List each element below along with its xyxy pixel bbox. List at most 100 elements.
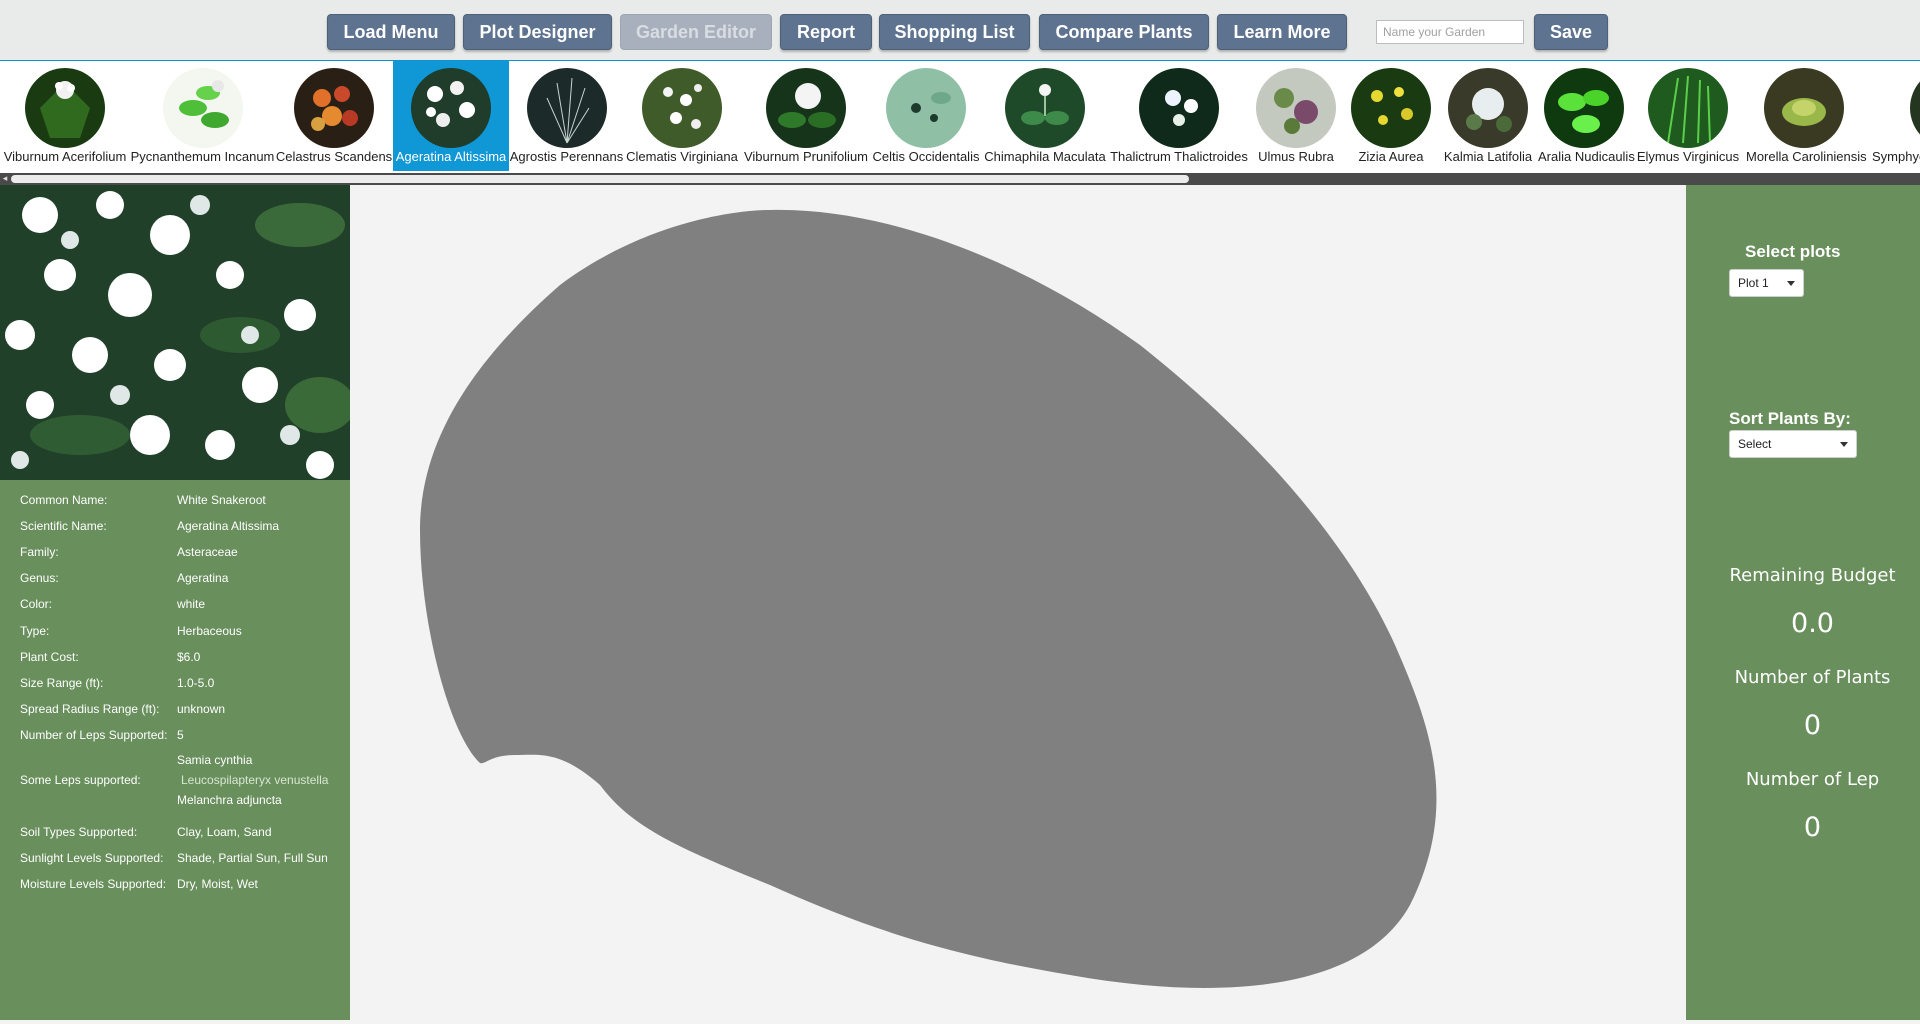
report-button[interactable]: Report	[780, 14, 872, 50]
remaining-budget-label: Remaining Budget	[1729, 565, 1896, 586]
plant-card-partial[interactable]: Symphyc	[1862, 61, 1920, 171]
plant-card-aralia-nudicaulis[interactable]: Aralia Nudicaulis	[1538, 61, 1635, 171]
plant-thumbnail	[1648, 68, 1728, 148]
save-button[interactable]: Save	[1534, 14, 1608, 50]
plant-card-zizia-aurea[interactable]: Zizia Aurea	[1344, 61, 1438, 171]
info-value: White Snakeroot	[177, 493, 266, 507]
info-label: Size Range (ft):	[20, 676, 104, 690]
garden-plot[interactable]	[420, 209, 1437, 988]
compare-plants-button[interactable]: Compare Plants	[1039, 14, 1209, 50]
plant-thumbnail	[411, 68, 491, 148]
info-value: Asteraceae	[177, 545, 238, 559]
plant-card-chimaphila-maculata[interactable]: Chimaphila Maculata	[980, 61, 1110, 171]
plant-carousel[interactable]: Viburnum Acerifolium Pycnanthemum Incanu…	[0, 60, 1920, 173]
plant-thumbnail	[766, 68, 846, 148]
info-value: Clay, Loam, Sand	[177, 825, 272, 839]
number-of-plants-value: 0	[1803, 710, 1822, 741]
plant-thumbnail	[1139, 68, 1219, 148]
info-value: unknown	[177, 702, 226, 716]
plant-thumbnail	[642, 68, 722, 148]
plant-card-clematis-virginiana[interactable]: Clematis Virginiana	[624, 61, 740, 171]
plant-thumbnail	[526, 68, 607, 148]
info-label: Moisture Levels Supported:	[20, 877, 167, 891]
info-label: Scientific Name:	[20, 519, 107, 533]
plant-name: Ageratina Altissima	[395, 149, 507, 164]
lep-item: Samia cynthia	[177, 753, 253, 767]
plot-designer-button[interactable]: Plot Designer	[463, 14, 612, 50]
info-value: Ageratina Altissima	[177, 519, 280, 533]
info-value: 1.0-5.0	[177, 676, 215, 690]
lep-item: Leucospilapteryx venustella	[181, 773, 329, 787]
load-menu-button[interactable]: Load Menu	[327, 14, 455, 50]
chevron-down-icon	[1840, 442, 1848, 447]
plant-name: Celtis Occidentalis	[872, 149, 980, 164]
info-value: Herbaceous	[177, 624, 242, 638]
plant-thumbnail	[25, 68, 105, 148]
plant-name: Symphyc	[1872, 149, 1920, 164]
sort-select-value: Select	[1738, 437, 1772, 451]
lep-item: Melanchra adjuncta	[177, 793, 282, 807]
sort-plants-label: Sort Plants By:	[1729, 409, 1851, 428]
plant-card-celtis-occidentalis[interactable]: Celtis Occidentalis	[872, 61, 980, 171]
garden-plot-canvas[interactable]	[350, 185, 1686, 1020]
plant-thumbnail	[294, 68, 374, 148]
plant-thumbnail	[1910, 68, 1920, 148]
plant-card-elymus-virginicus[interactable]: Elymus Virginicus	[1630, 61, 1746, 171]
garden-editor-button[interactable]: Garden Editor	[620, 14, 772, 50]
info-label: Family:	[20, 545, 59, 559]
info-value: Shade, Partial Sun, Full Sun	[177, 851, 328, 865]
plant-card-viburnum-prunifolium[interactable]: Viburnum Prunifolium	[740, 61, 872, 171]
plant-card-viburnum-acerifolium[interactable]: Viburnum Acerifolium	[0, 61, 130, 171]
plant-name: Agrostis Perennans	[509, 149, 624, 164]
info-label: Spread Radius Range (ft):	[20, 702, 160, 716]
scroll-left-icon[interactable]: ◂	[0, 173, 10, 185]
info-label: Common Name:	[20, 493, 108, 507]
plant-card-agrostis-perennans[interactable]: Agrostis Perennans	[509, 61, 624, 171]
plant-name: Elymus Virginicus	[1636, 149, 1740, 164]
plant-thumbnail	[886, 68, 966, 148]
plant-thumbnail	[1764, 68, 1844, 148]
plant-card-celastrus-scandens[interactable]: Celastrus Scandens	[275, 61, 393, 171]
sort-select[interactable]: Select	[1729, 430, 1857, 458]
info-label: Plant Cost:	[20, 650, 79, 664]
garden-name-input[interactable]	[1376, 20, 1524, 44]
number-of-lep-label: Number of Lep	[1745, 769, 1880, 790]
plant-carousel-scrollbar[interactable]: ◂	[0, 173, 1920, 185]
plot-shape[interactable]	[350, 185, 1686, 1020]
plant-name: Kalmia Latifolia	[1443, 149, 1533, 164]
plant-card-pycnanthemum-incanum[interactable]: Pycnanthemum Incanum	[130, 61, 275, 171]
plot-select-value: Plot 1	[1738, 276, 1769, 290]
info-label: Type:	[20, 624, 50, 638]
top-toolbar: Load Menu Plot Designer Garden Editor Re…	[0, 0, 1920, 60]
plant-thumbnail	[1256, 68, 1336, 148]
leps-row: Some Leps supported: Samia cynthia Leucosp…	[20, 750, 350, 810]
plant-card-ageratina-altissima[interactable]: Ageratina Altissima	[393, 61, 509, 171]
info-label: Sunlight Levels Supported:	[20, 851, 164, 865]
shopping-list-button[interactable]: Shopping List	[879, 14, 1030, 50]
plant-thumbnail	[162, 68, 243, 148]
plant-name: Viburnum Prunifolium	[743, 149, 869, 164]
info-label: Soil Types Supported:	[20, 825, 138, 839]
remaining-budget-value: 0.0	[1791, 608, 1834, 639]
info-label: Genus:	[20, 571, 59, 585]
plant-photo	[0, 185, 350, 480]
plot-select[interactable]: Plot 1	[1729, 269, 1804, 297]
info-value: white	[177, 597, 206, 611]
plant-thumbnail	[1005, 68, 1085, 148]
learn-more-button[interactable]: Learn More	[1217, 14, 1347, 50]
plant-info-panel: Common Name: White Snakeroot Scientific Na…	[0, 185, 350, 1020]
chevron-down-icon	[1787, 281, 1795, 286]
leps-list: Samia cynthia Leucospilapteryx venustella…	[177, 750, 357, 810]
garden-stats-panel: Select plots Plot 1 Sort Plants By: Sele…	[1686, 185, 1920, 1020]
scrollbar-thumb[interactable]	[11, 175, 1189, 183]
plant-card-ulmus-rubra[interactable]: Ulmus Rubra	[1248, 61, 1344, 171]
select-plots-label: Select plots	[1745, 242, 1841, 261]
plant-name: Ulmus Rubra	[1258, 149, 1334, 164]
plant-card-thalictrum-thalictroides[interactable]: Thalictrum Thalictroides	[1110, 61, 1248, 171]
number-of-lep-value: 0	[1803, 812, 1822, 843]
info-value: $6.0	[177, 650, 201, 664]
plant-name: Thalictrum Thalictroides	[1110, 149, 1248, 164]
plant-card-kalmia-latifolia[interactable]: Kalmia Latifolia	[1438, 61, 1538, 171]
plant-card-morella-caroliniensis[interactable]: Morella Caroliniensis	[1746, 61, 1867, 171]
plant-thumbnail	[1544, 68, 1624, 148]
